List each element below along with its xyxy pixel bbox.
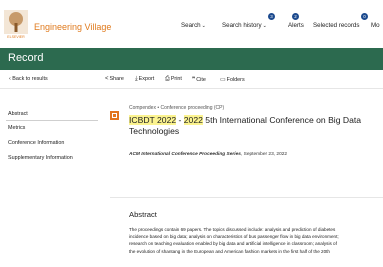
nav-alerts[interactable]: Alerts	[288, 22, 304, 29]
abstract-line: incidence based on big data; analysis on…	[129, 234, 339, 240]
toolbar-divider	[0, 88, 383, 89]
back-to-results-link[interactable]: ‹ Back to results	[9, 76, 48, 82]
share-button[interactable]: <Share	[105, 76, 124, 82]
title-separator: -	[176, 115, 184, 125]
sidebar-item-conference-information[interactable]: Conference Information	[8, 140, 64, 146]
abstract-heading: Abstract	[129, 210, 157, 219]
sidebar-item-metrics[interactable]: Metrics	[8, 125, 25, 131]
print-button[interactable]: ⎙Print	[165, 76, 182, 83]
series-info: ACM International Conference Proceeding …	[129, 152, 287, 157]
title-highlight: 2022	[183, 115, 203, 125]
elsevier-tree-logo[interactable]: ELSEVIER	[3, 9, 29, 39]
share-icon: <	[105, 76, 109, 82]
document-type: Compendex • Conference proceeding (CP)	[129, 105, 225, 111]
cite-button[interactable]: ❞Cite	[192, 76, 206, 83]
record-toolbar: ‹ Back to results <Share ⤓Export ⎙Print …	[0, 70, 383, 88]
title-highlight: ICBDT 2022	[129, 115, 177, 125]
chevron-left-icon: ‹	[9, 76, 11, 82]
abstract-text: The proceedings contain 69 papers. The t…	[129, 226, 383, 255]
export-button[interactable]: ⤓Export	[135, 76, 154, 83]
print-icon: ⎙	[165, 76, 170, 82]
folders-button[interactable]: ▭Folders	[220, 76, 245, 83]
app-name[interactable]: Engineering Village	[34, 22, 111, 32]
nav-search-label: Search	[181, 22, 201, 29]
folders-label: Folders	[226, 77, 245, 83]
abstract-line: the evolution of shantang in the Europea…	[129, 248, 330, 254]
series-name-link[interactable]: ACM International Conference Proceeding …	[129, 152, 241, 157]
nav-search[interactable]: Search⌄	[181, 22, 206, 29]
sidebar-item-supplementary-information[interactable]: Supplementary Information	[8, 155, 73, 161]
print-label: Print	[170, 76, 182, 82]
cite-label: Cite	[196, 77, 206, 83]
top-bar: ELSEVIER Engineering Village Search⌄ Sea…	[0, 0, 383, 48]
export-icon: ⤓	[135, 76, 138, 82]
share-label: Share	[109, 76, 124, 82]
conference-proceeding-icon	[110, 111, 119, 120]
quote-icon: ❞	[192, 77, 196, 83]
section-divider	[110, 197, 383, 198]
series-date: , September 23, 2022	[240, 152, 288, 157]
alerts-count-badge: 2	[292, 13, 299, 20]
back-to-results-label: Back to results	[12, 76, 48, 82]
abstract-line: The proceedings contain 69 papers. The t…	[129, 227, 336, 232]
search-history-count-badge: 3	[268, 13, 275, 20]
icon-core	[113, 114, 116, 117]
record-title: ICBDT 2022 - 2022 5th International Conf…	[129, 115, 379, 137]
selected-records-count-badge: 0	[361, 13, 368, 20]
abstract-line: research on teaching evaluation enabled …	[129, 241, 337, 247]
active-item-underline	[6, 120, 98, 121]
export-label: Export	[138, 76, 155, 82]
folder-icon: ▭	[220, 77, 226, 83]
nav-selected-records[interactable]: Selected records	[313, 22, 359, 29]
nav-more[interactable]: Mo	[371, 22, 380, 29]
record-header-bar: Record	[0, 48, 383, 70]
page-title: Record	[8, 52, 44, 64]
sidebar-item-abstract[interactable]: Abstract	[8, 111, 28, 117]
svg-text:ELSEVIER: ELSEVIER	[7, 35, 25, 39]
nav-search-history-label: Search history	[222, 22, 262, 29]
nav-search-history[interactable]: Search history⌄	[222, 22, 267, 29]
chevron-down-icon: ⌄	[262, 23, 267, 29]
chevron-down-icon: ⌄	[201, 23, 206, 29]
